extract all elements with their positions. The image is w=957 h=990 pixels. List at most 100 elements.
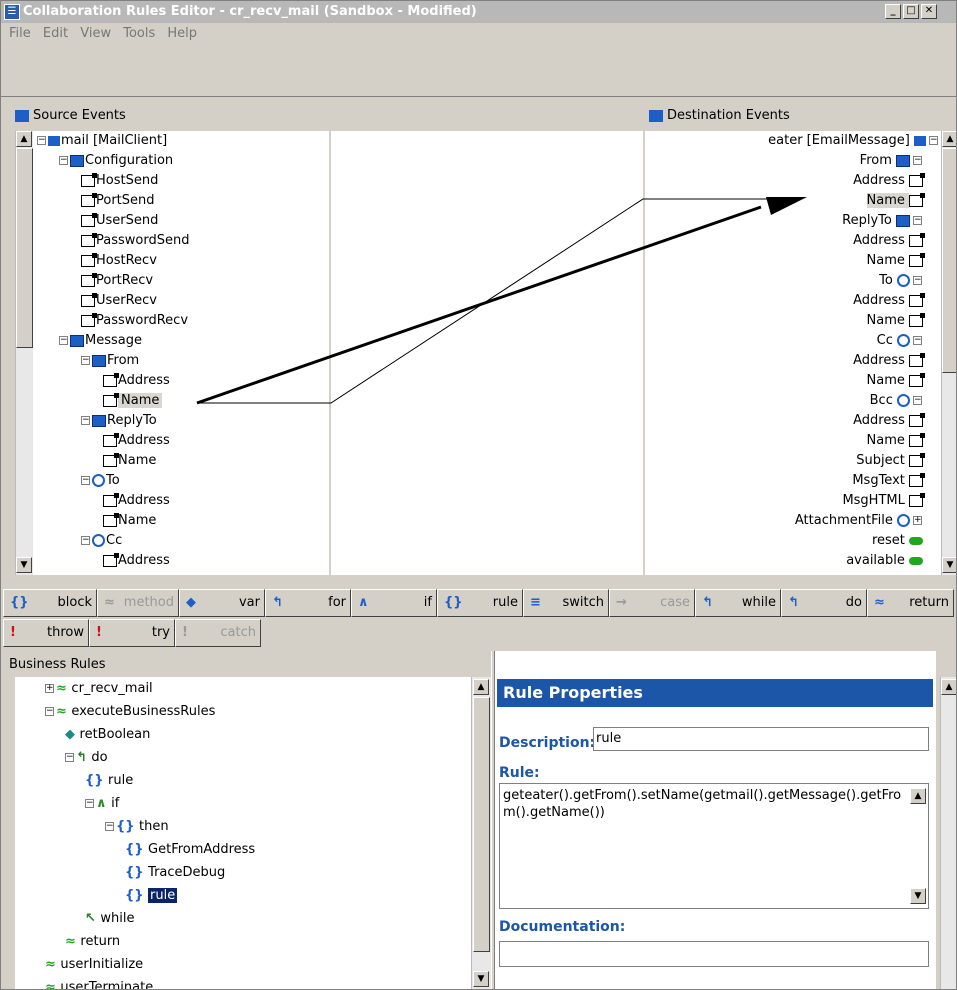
throw-label: throw	[47, 625, 84, 640]
rule-item-label: executeBusinessRules	[71, 704, 216, 719]
rule-node-icon: ◆	[65, 727, 80, 742]
collapse-icon[interactable]: −	[105, 822, 114, 831]
catch-label: catch	[220, 625, 256, 640]
rule-item-label: then	[139, 819, 169, 834]
if-button[interactable]: ∧ if	[351, 589, 437, 617]
rule-node-icon: {}	[125, 865, 149, 880]
rule-item-label: GetFromAddress	[148, 842, 256, 857]
rule-label: rule	[492, 595, 518, 610]
switch-icon: ≡	[530, 595, 541, 610]
collapse-icon[interactable]: −	[85, 799, 94, 808]
rule-textarea[interactable]: geteater().getFrom().setName(getmail().g…	[499, 783, 929, 909]
rule-button[interactable]: {} rule	[437, 589, 523, 617]
for-button[interactable]: ↰ for	[265, 589, 351, 617]
if-label: if	[423, 595, 432, 610]
business-rule-item[interactable]: ≈ userTerminate	[45, 978, 154, 990]
var-icon: ◆	[186, 595, 196, 610]
case-label: case	[660, 595, 690, 610]
rule-icon: {}	[444, 595, 463, 610]
business-rule-item[interactable]: {} GetFromAddress	[125, 840, 255, 860]
documentation-textarea[interactable]	[499, 941, 929, 967]
scroll-up-button[interactable]: ▲	[473, 679, 489, 695]
rule-node-icon: {}	[125, 842, 149, 857]
rule-node-icon: ≈	[45, 957, 61, 972]
business-rule-item[interactable]: −{} then	[105, 817, 169, 837]
description-input[interactable]: rule	[593, 727, 929, 751]
while-button[interactable]: ↰ while	[695, 589, 781, 617]
business-rule-item[interactable]: − ≈ executeBusinessRules	[45, 702, 215, 722]
documentation-label: Documentation:	[499, 919, 626, 935]
block-label: block	[57, 595, 93, 610]
switch-label: switch	[562, 595, 604, 610]
business-rule-item[interactable]: ≈ return	[65, 932, 120, 952]
case-icon: →	[616, 595, 627, 610]
mapping-arrow	[196, 205, 762, 405]
rule-node-icon: ≈	[45, 980, 61, 990]
method-label: method	[123, 595, 174, 610]
business-rules-label: Business Rules	[9, 657, 106, 672]
business-rule-item[interactable]: ◆ retBoolean	[65, 725, 150, 745]
do-button[interactable]: ↰ do	[781, 589, 867, 617]
throw-button[interactable]: ! throw	[3, 619, 89, 647]
business-rules-tree[interactable]: ▲ ▼ + ≈ cr_recv_mail − ≈ executeBusinessRul…	[15, 677, 491, 990]
rule-node-icon: ↰	[76, 750, 92, 765]
rule-item-label: retBoolean	[79, 727, 151, 742]
return-label: return	[909, 595, 949, 610]
method-button[interactable]: ≈ method	[97, 589, 179, 617]
rules-scrollbar[interactable]: ▲ ▼	[471, 677, 491, 989]
business-rule-item[interactable]: ≈ userInitialize	[45, 955, 143, 975]
rule-item-label: do	[91, 750, 108, 765]
rule-item-label: while	[100, 911, 135, 926]
while-label: while	[741, 595, 776, 610]
business-rule-item[interactable]: {} TraceDebug	[125, 863, 225, 883]
scroll-down-button[interactable]: ▼	[473, 971, 489, 987]
business-rule-item[interactable]: − ∧ if	[85, 794, 119, 814]
business-rule-item[interactable]: {} rule	[85, 771, 133, 791]
business-rule-item[interactable]: + ≈ cr_recv_mail	[45, 679, 153, 699]
case-button[interactable]: → case	[609, 589, 695, 617]
for-label: for	[328, 595, 346, 610]
arrow-head	[766, 197, 807, 215]
description-label: Description:	[499, 735, 596, 751]
rule-item-label: if	[111, 796, 120, 811]
catch-button[interactable]: ! catch	[175, 619, 261, 647]
try-label: try	[151, 625, 170, 640]
block-button[interactable]: {} block	[3, 589, 97, 617]
rule-node-icon: {}	[116, 819, 140, 834]
scroll-thumb[interactable]	[473, 697, 490, 952]
scroll-up-button[interactable]: ▲	[941, 679, 956, 695]
switch-button[interactable]: ≡ switch	[523, 589, 609, 617]
business-rule-item[interactable]: {} rule	[125, 886, 178, 906]
rule-item-label: rule	[108, 773, 134, 788]
rule-label: Rule:	[499, 765, 540, 781]
var-button[interactable]: ◆ var	[179, 589, 265, 617]
return-button[interactable]: ≈ return	[867, 589, 954, 617]
rule-node-icon: ≈	[56, 681, 72, 696]
rule-node-icon: ≈	[56, 704, 72, 719]
properties-scrollbar[interactable]: ▲	[940, 677, 956, 989]
try-button[interactable]: ! try	[89, 619, 175, 647]
for-icon: ↰	[272, 595, 283, 610]
do-label: do	[845, 595, 862, 610]
collapse-icon[interactable]: −	[45, 707, 54, 716]
rule-item-label: userInitialize	[60, 957, 144, 972]
expand-icon[interactable]: +	[45, 684, 54, 693]
mapping-lines	[196, 197, 807, 405]
business-rule-item[interactable]: ↖ while	[85, 909, 135, 929]
rule-node-icon: {}	[85, 773, 109, 788]
rule-item-label: userTerminate	[60, 980, 154, 990]
catch-icon: !	[182, 625, 188, 640]
scroll-down-button[interactable]: ▼	[910, 888, 926, 904]
exception-toolbar: ! throw! try! catch	[1, 617, 956, 648]
rule-properties-panel: Rule Properties Description: rule Rule: …	[495, 651, 936, 989]
return-icon: ≈	[874, 595, 885, 610]
rule-item-label: return	[80, 934, 121, 949]
rule-properties-title: Rule Properties	[497, 679, 933, 707]
do-icon: ↰	[788, 595, 799, 610]
method-icon: ≈	[104, 595, 115, 610]
collapse-icon[interactable]: −	[65, 753, 74, 762]
scroll-up-button[interactable]: ▲	[910, 788, 926, 804]
rule-node-icon: ≈	[65, 934, 81, 949]
business-rule-item[interactable]: − ↰ do	[65, 748, 108, 768]
rule-item-label: rule	[148, 888, 178, 903]
